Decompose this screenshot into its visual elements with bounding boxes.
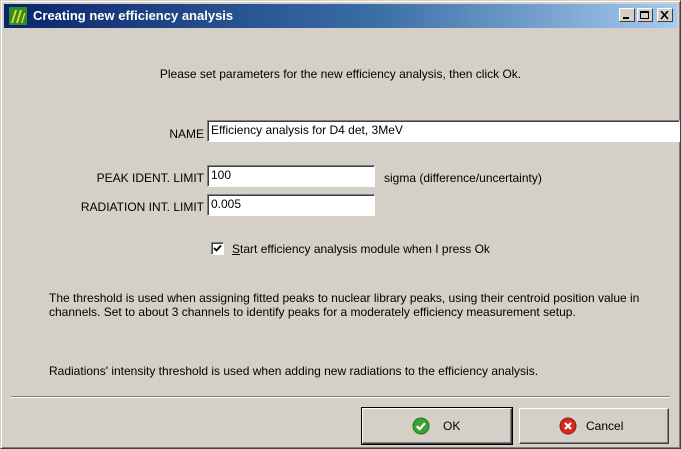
threshold-help-text: The threshold is used when assigning fit… xyxy=(49,291,640,319)
maximize-icon xyxy=(640,11,649,19)
x-circle-icon xyxy=(559,417,577,435)
cancel-button[interactable]: Cancel xyxy=(519,408,669,444)
ok-button[interactable]: OK xyxy=(361,407,513,445)
radiation-int-limit-label: RADIATION INT. LIMIT xyxy=(80,200,204,214)
radiation-int-limit-input[interactable]: 0.005 xyxy=(207,194,375,216)
peak-ident-limit-input[interactable]: 100 xyxy=(207,165,375,187)
intro-text: Please set parameters for the new effici… xyxy=(159,67,522,81)
close-button[interactable] xyxy=(657,8,673,22)
start-module-label-accelerator: S xyxy=(232,242,241,256)
minimize-button[interactable] xyxy=(619,8,635,22)
window-title: Creating new efficiency analysis xyxy=(33,8,234,23)
close-icon xyxy=(660,11,669,20)
checkmark-icon xyxy=(213,244,222,252)
peak-ident-limit-label: PEAK IDENT. LIMIT xyxy=(96,171,204,185)
app-icon xyxy=(9,7,27,25)
name-label: NAME xyxy=(169,127,204,141)
dialog-window: Creating new efficiency analysis Please … xyxy=(0,0,681,449)
start-module-label[interactable]: Start efficiency analysis module when I … xyxy=(232,242,490,256)
minimize-icon xyxy=(623,17,629,19)
start-module-label-text: tart efficiency analysis module when I p… xyxy=(240,242,490,256)
cancel-button-label: Cancel xyxy=(586,419,624,433)
separator xyxy=(11,396,670,398)
maximize-button[interactable] xyxy=(637,8,653,22)
check-circle-icon xyxy=(412,417,430,435)
peak-ident-unit: sigma (difference/uncertainty) xyxy=(384,171,542,185)
start-module-checkbox[interactable] xyxy=(211,242,224,255)
title-bar[interactable]: Creating new efficiency analysis xyxy=(4,4,677,28)
name-input[interactable]: Efficiency analysis for D4 det, 3MeV xyxy=(207,120,680,142)
ok-button-label: OK xyxy=(443,419,461,433)
radiations-help-text: Radiations' intensity threshold is used … xyxy=(49,364,539,378)
